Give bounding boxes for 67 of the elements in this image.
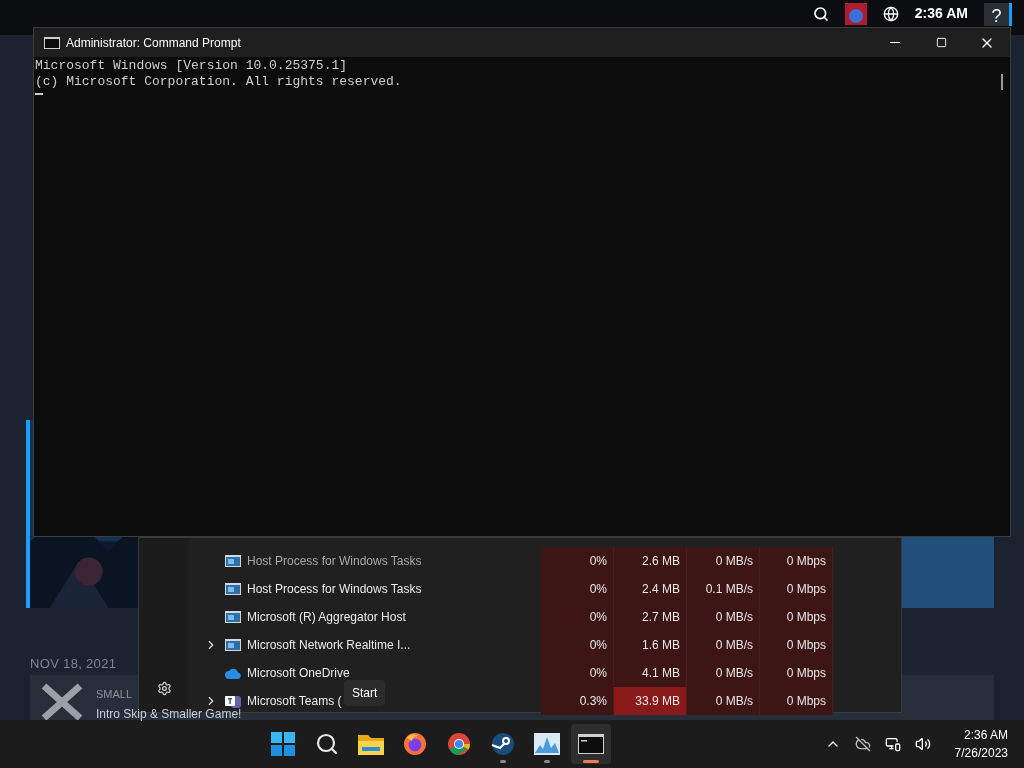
usage-cell: 0.1 MB/s xyxy=(687,575,760,603)
process-name: Host Process for Windows Tasks xyxy=(247,581,422,598)
console-line: Microsoft Windows [Version 10.0.25375.1] xyxy=(35,58,349,74)
process-name: Microsoft Teams ( xyxy=(247,693,342,710)
window-icon xyxy=(225,555,241,567)
teams-icon xyxy=(225,694,241,708)
usage-cell: 2.4 MB xyxy=(614,575,687,603)
chrome-icon[interactable] xyxy=(447,732,472,756)
usage-cell: 4.1 MB xyxy=(614,659,687,687)
avatar-icon[interactable] xyxy=(844,3,867,25)
news-date: NOV 18, 2021 xyxy=(30,655,117,673)
search-icon[interactable] xyxy=(315,732,340,756)
usage-cell: 0 MB/s xyxy=(687,603,760,631)
news-tag: SMALL xyxy=(96,686,133,703)
window-title: Administrator: Command Prompt xyxy=(66,34,242,52)
console-line: (c) Microsoft Corporation. All rights reserved. xyxy=(35,74,403,90)
taskbar-button[interactable] xyxy=(571,724,612,764)
tooltip: Start xyxy=(344,680,386,706)
process-name: Microsoft (R) Aggregator Host xyxy=(247,609,406,626)
process-name: Host Process for Windows Tasks xyxy=(247,553,422,570)
usage-cell: 0 Mbps xyxy=(760,687,833,715)
cloud-icon xyxy=(225,667,241,679)
usage-cell: 0 Mbps xyxy=(760,547,833,575)
usage-cell: 0 MB/s xyxy=(687,687,760,715)
usage-cell: 1.6 MB xyxy=(614,631,687,659)
search-icon[interactable] xyxy=(812,6,829,22)
globe-icon[interactable] xyxy=(882,6,899,22)
usage-cell: 0 MB/s xyxy=(687,547,760,575)
usage-cell: 2.6 MB xyxy=(614,547,687,575)
firefox-icon[interactable] xyxy=(403,732,428,756)
usage-cell: 33.9 MB xyxy=(614,687,687,715)
process-name: Microsoft OneDrive xyxy=(247,665,350,682)
folder-icon[interactable] xyxy=(358,733,385,755)
settings-icon[interactable] xyxy=(156,681,172,696)
process-name: Microsoft Network Realtime I... xyxy=(247,637,411,654)
usage-cell: 0% xyxy=(541,575,614,603)
volume-icon[interactable] xyxy=(914,736,931,752)
window-icon xyxy=(225,639,241,651)
taskbar-time[interactable]: 2:36 AM xyxy=(963,726,1008,744)
network-icon[interactable] xyxy=(884,736,901,752)
text-cursor xyxy=(35,93,43,95)
usage-cell: 0 Mbps xyxy=(760,631,833,659)
usage-cell: 0 MB/s xyxy=(687,659,760,687)
terminal-icon[interactable] xyxy=(578,734,605,754)
steam-icon[interactable] xyxy=(491,732,516,756)
usage-cell: 2.7 MB xyxy=(614,603,687,631)
usage-cell: 0 Mbps xyxy=(760,575,833,603)
usage-cell: 0 Mbps xyxy=(760,603,833,631)
window-icon xyxy=(225,611,241,623)
window-icon xyxy=(225,583,241,595)
usage-cell: 0.3% xyxy=(541,687,614,715)
usage-cell: 0% xyxy=(541,603,614,631)
usage-cell: 0% xyxy=(541,659,614,687)
clock: 2:36 AM xyxy=(914,4,968,23)
windows-logo-icon[interactable] xyxy=(271,732,296,756)
usage-cell: 0 MB/s xyxy=(687,631,760,659)
minimize-icon xyxy=(890,42,900,43)
usage-cell: 0% xyxy=(541,631,614,659)
help-button[interactable]: ? xyxy=(984,3,1012,26)
usage-cell: 0 Mbps xyxy=(760,659,833,687)
maximize-icon xyxy=(935,37,947,48)
terminal-icon xyxy=(44,36,60,49)
chart-window-icon[interactable] xyxy=(534,733,561,755)
news-title: Intro Skip & Smaller Game! xyxy=(96,708,242,720)
taskbar-date[interactable]: 7/26/2023 xyxy=(954,744,1008,762)
cloud-off-icon[interactable] xyxy=(854,736,871,752)
usage-cell: 0% xyxy=(541,547,614,575)
